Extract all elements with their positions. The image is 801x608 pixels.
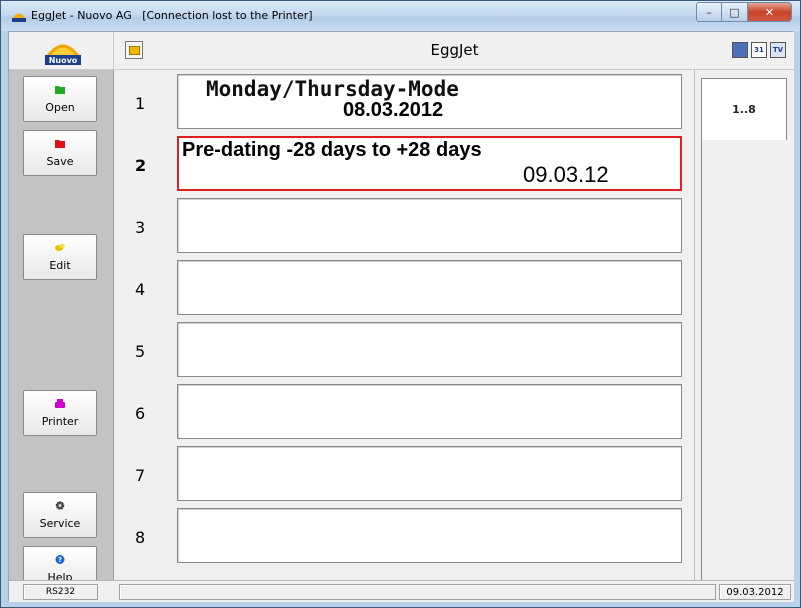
edit-button[interactable]: Edit (23, 234, 97, 280)
text-line-box[interactable]: Monday/Thursday-Mode 08.03.2012 (177, 74, 682, 129)
window-title: EggJet - Nuovo AG [Connection lost to th… (31, 9, 313, 22)
title-bar[interactable]: EggJet - Nuovo AG [Connection lost to th… (1, 1, 800, 31)
text-line-box[interactable] (177, 508, 682, 563)
list-item: 7 (115, 446, 694, 508)
row-number: 8 (135, 528, 146, 547)
row-number: 5 (135, 342, 146, 361)
list-item: 6 (115, 384, 694, 446)
text-line-box[interactable] (177, 322, 682, 377)
display-icon[interactable] (732, 42, 748, 58)
text-line-box[interactable] (177, 384, 682, 439)
client-area: Nuovo EggJet 31 TV Open Save Edit Printe… (8, 31, 794, 602)
row-number: 3 (135, 218, 146, 237)
sidebar: Open Save Edit Printer Service ? Help (9, 70, 114, 592)
list-item: 3 (115, 198, 694, 260)
app-window: EggJet - Nuovo AG [Connection lost to th… (0, 0, 801, 608)
folder-red-icon (55, 140, 65, 148)
page-tabs: 1..8 (694, 70, 794, 580)
text-line-box[interactable] (177, 446, 682, 501)
status-date: 09.03.2012 (719, 584, 791, 600)
status-bar: RS232 09.03.2012 (9, 580, 794, 602)
text-lines-panel: 1 Monday/Thursday-Mode 08.03.2012 2 Pre-… (115, 70, 694, 580)
line-text: Monday/Thursday-Mode (206, 77, 459, 101)
edit-label: Edit (49, 259, 71, 272)
printer-button[interactable]: Printer (23, 390, 97, 436)
tab-1-8[interactable]: 1..8 (701, 78, 787, 140)
open-button[interactable]: Open (23, 76, 97, 122)
line-date: 09.03.12 (523, 162, 609, 187)
close-button[interactable]: ✕ (748, 2, 792, 22)
header-tools: 31 TV (732, 42, 786, 58)
list-item: 4 (115, 260, 694, 322)
service-label: Service (39, 517, 81, 530)
nuovo-logo: Nuovo (45, 44, 81, 65)
printer-icon (55, 399, 65, 408)
svg-text:?: ? (58, 555, 62, 564)
app-logo-icon (12, 13, 26, 22)
printer-label: Printer (41, 415, 79, 428)
page-title: EggJet (430, 41, 479, 59)
row-number: 4 (135, 280, 146, 299)
edit-icon (55, 244, 65, 251)
line-text: Pre-dating -28 days to +28 days (182, 139, 482, 161)
minimize-button[interactable]: – (696, 2, 722, 22)
logo-text: Nuovo (49, 56, 78, 65)
service-button[interactable]: Service (23, 492, 97, 538)
tv-icon[interactable]: TV (770, 42, 786, 58)
row-number: 2 (135, 156, 147, 175)
row-number: 1 (135, 94, 146, 113)
row-number: 7 (135, 466, 146, 485)
list-item: 2 Pre-dating -28 days to +28 days 09.03.… (115, 136, 694, 198)
port-status: RS232 (23, 584, 98, 600)
list-item: 1 Monday/Thursday-Mode 08.03.2012 (115, 74, 694, 136)
header-bar: EggJet 31 TV (115, 32, 794, 70)
text-line-box[interactable] (177, 260, 682, 315)
status-message (119, 584, 716, 600)
help-icon: ? (55, 555, 65, 564)
text-line-box[interactable] (177, 198, 682, 253)
maximize-button[interactable]: □ (722, 2, 748, 22)
logo-cell: Nuovo (9, 32, 114, 70)
save-button[interactable]: Save (23, 130, 97, 176)
gear-icon (55, 501, 65, 510)
text-line-box-selected[interactable]: Pre-dating -28 days to +28 days 09.03.12 (177, 136, 682, 191)
calendar-icon[interactable]: 31 (751, 42, 767, 58)
tab-divider (701, 140, 702, 580)
caption-buttons: – □ ✕ (696, 2, 792, 22)
save-label: Save (46, 155, 74, 168)
row-number: 6 (135, 404, 146, 423)
list-item: 8 (115, 508, 694, 570)
open-label: Open (45, 101, 75, 114)
folder-green-icon (55, 86, 65, 94)
line-date: 08.03.2012 (343, 99, 444, 121)
list-item: 5 (115, 322, 694, 384)
